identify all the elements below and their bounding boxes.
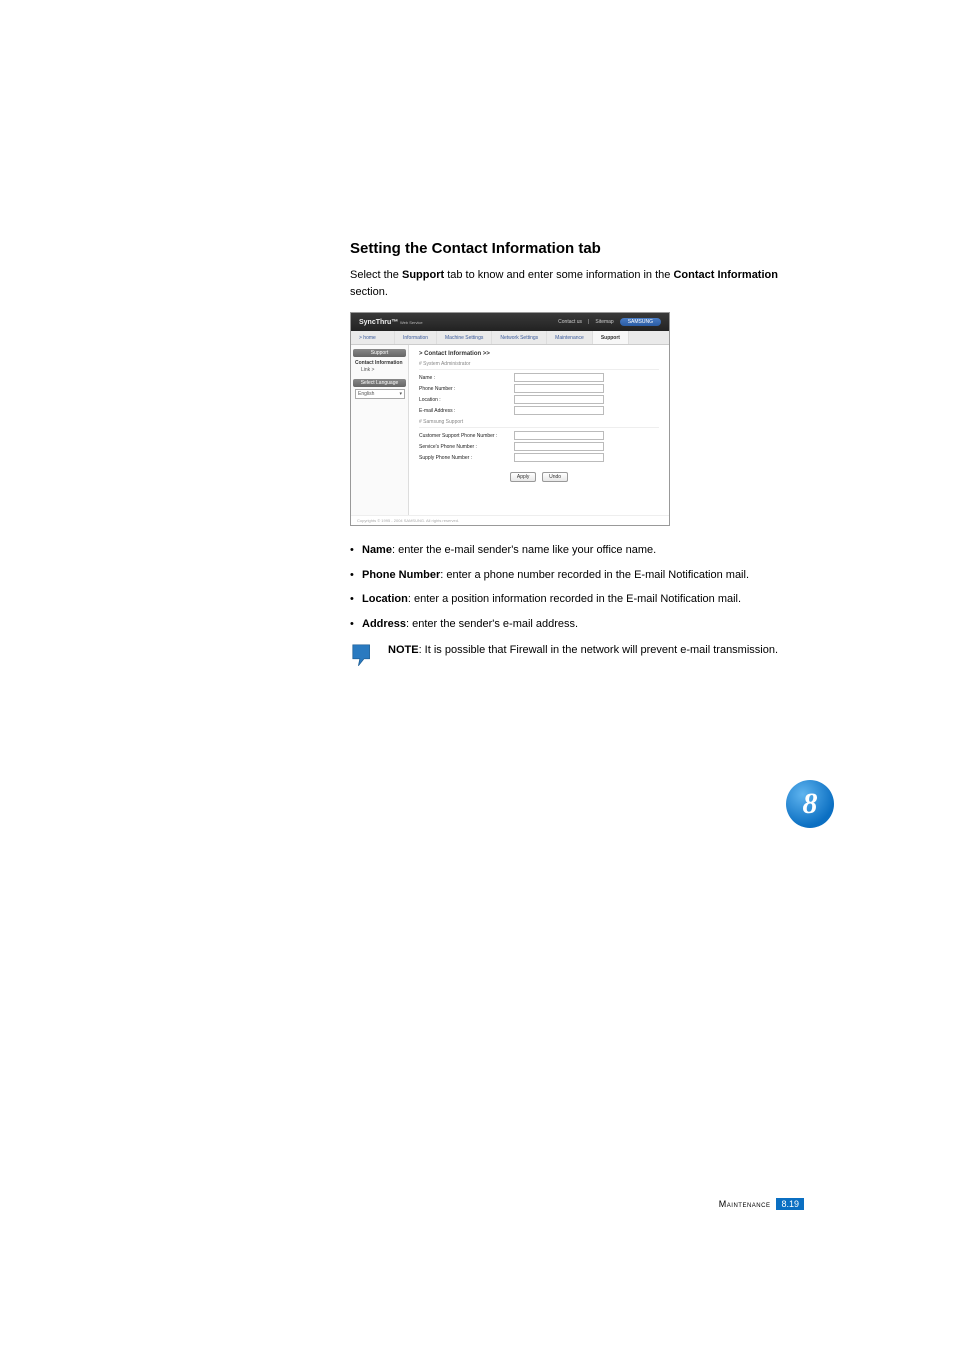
bullet-phone: Phone Number: enter a phone number recor…	[350, 567, 804, 584]
chapter-badge: 8	[786, 780, 834, 828]
sc-logo: SyncThru™	[359, 319, 398, 326]
sc-tab-support[interactable]: Support	[593, 331, 629, 344]
intro-paragraph: Select the Support tab to know and enter…	[350, 267, 804, 300]
bullet-bold: Phone Number	[362, 569, 440, 581]
sc-input-service[interactable]	[514, 442, 604, 451]
sc-side-header-lang: Select Language	[353, 379, 406, 387]
sc-label-location: Location :	[419, 397, 514, 403]
sc-button-row: Apply Undo	[419, 472, 659, 482]
sc-input-cust[interactable]	[514, 431, 604, 440]
footer-label: Maintenance	[719, 1199, 771, 1209]
sc-section-admin: # System Administrator	[419, 361, 659, 370]
sc-brand-pill: SAMSUNG	[620, 318, 661, 326]
sc-tab-network[interactable]: Network Settings	[492, 331, 547, 344]
sc-tab-machine[interactable]: Machine Settings	[437, 331, 492, 344]
sc-tab-maintenance[interactable]: Maintenance	[547, 331, 593, 344]
bullet-bold: Location	[362, 593, 408, 605]
note-text: NOTE: It is possible that Firewall in th…	[388, 642, 804, 659]
bullet-address: Address: enter the sender's e-mail addre…	[350, 616, 804, 633]
sc-link-sitemap[interactable]: Sitemap	[595, 319, 613, 325]
sc-tab-information[interactable]: Information	[395, 331, 437, 344]
sc-tabbar: > home Information Machine Settings Netw…	[351, 331, 669, 345]
footer-page-number: 8.19	[776, 1198, 804, 1210]
sc-side-item-contact[interactable]: Contact Information	[353, 359, 406, 367]
section-heading: Setting the Contact Information tab	[350, 240, 804, 257]
sc-sidebar: Support Contact Information Link > Selec…	[351, 345, 409, 515]
sc-top-links: Contact us | Sitemap SAMSUNG	[558, 318, 661, 326]
sc-lang-select[interactable]: English ▾	[355, 389, 405, 399]
sc-tab-home[interactable]: > home	[351, 331, 395, 344]
bullet-list: Name: enter the e-mail sender's name lik…	[350, 542, 804, 632]
sc-section-samsung: # Samsung Support	[419, 419, 659, 428]
note-rest: : It is possible that Firewall in the ne…	[419, 644, 778, 656]
sc-field-phone: Phone Number :	[419, 384, 659, 393]
bullet-text: : enter the sender's e-mail address.	[406, 618, 578, 630]
sc-field-cust: Customer Support Phone Number :	[419, 431, 659, 440]
sc-field-email: E-mail Address :	[419, 406, 659, 415]
sc-input-phone[interactable]	[514, 384, 604, 393]
sc-label-email: E-mail Address :	[419, 408, 514, 414]
sc-copyright: Copyrights © 1995 - 2004 SAMSUNG. All ri…	[351, 515, 669, 525]
sc-divider: |	[588, 319, 589, 325]
sc-input-name[interactable]	[514, 373, 604, 382]
intro-bold-support: Support	[402, 269, 444, 281]
sc-label-supply: Supply Phone Number :	[419, 455, 514, 461]
sc-label-phone: Phone Number :	[419, 386, 514, 392]
note-block: NOTE: It is possible that Firewall in th…	[350, 642, 804, 675]
sc-lang-value: English	[358, 391, 374, 397]
sc-topbar: SyncThru™ Web Service Contact us | Sitem…	[351, 313, 669, 331]
bullet-name: Name: enter the e-mail sender's name lik…	[350, 542, 804, 559]
bullet-text: : enter the e-mail sender's name like yo…	[392, 544, 656, 556]
sc-field-name: Name :	[419, 373, 659, 382]
sc-main: > Contact Information >> # System Admini…	[409, 345, 669, 515]
sc-page-title: > Contact Information >>	[419, 351, 659, 357]
sc-body: Support Contact Information Link > Selec…	[351, 345, 669, 515]
sc-input-email[interactable]	[514, 406, 604, 415]
sc-label-name: Name :	[419, 375, 514, 381]
bullet-text: : enter a phone number recorded in the E…	[440, 569, 749, 581]
intro-text: Select the	[350, 269, 402, 281]
sc-label-cust: Customer Support Phone Number :	[419, 433, 514, 439]
page-footer: Maintenance 8.19	[719, 1198, 804, 1210]
bullet-location: Location: enter a position information r…	[350, 591, 804, 608]
sc-logo-wrap: SyncThru™ Web Service	[359, 319, 423, 326]
bullet-bold: Name	[362, 544, 392, 556]
sc-field-service: Service's Phone Number :	[419, 442, 659, 451]
sc-field-supply: Supply Phone Number :	[419, 453, 659, 462]
bullet-bold: Address	[362, 618, 406, 630]
sc-label-service: Service's Phone Number :	[419, 444, 514, 450]
intro-bold-contact: Contact Information	[673, 269, 778, 281]
sc-undo-button[interactable]: Undo	[542, 472, 568, 482]
intro-text: tab to know and enter some information i…	[444, 269, 673, 281]
sc-input-location[interactable]	[514, 395, 604, 404]
intro-text: section.	[350, 286, 388, 298]
chevron-down-icon: ▾	[399, 391, 402, 397]
sc-field-location: Location :	[419, 395, 659, 404]
sc-side-header-support: Support	[353, 349, 406, 357]
sc-logo-sub: Web Service	[400, 320, 423, 325]
sc-link-contact[interactable]: Contact us	[558, 319, 582, 325]
sc-apply-button[interactable]: Apply	[510, 472, 537, 482]
embedded-screenshot: SyncThru™ Web Service Contact us | Sitem…	[350, 312, 670, 526]
note-bold: NOTE	[388, 644, 419, 656]
bullet-text: : enter a position information recorded …	[408, 593, 741, 605]
sc-input-supply[interactable]	[514, 453, 604, 462]
note-icon	[350, 642, 378, 675]
